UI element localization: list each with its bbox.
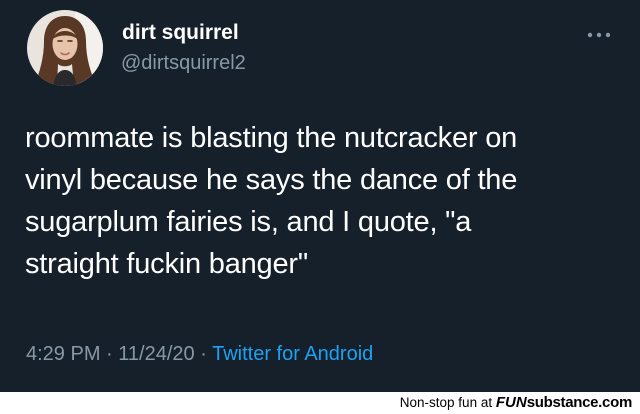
tweet-card: dirt squirrel @dirtsquirrel2 roommate is… <box>0 0 640 392</box>
tweet-text-line: vinyl because he says the dance of the <box>25 164 518 196</box>
footer-brand[interactable]: FUNsubstance.com <box>496 394 632 411</box>
tweet-text-line: sugarplum fairies is, and I quote, "a <box>25 206 472 238</box>
footer-brand-rest: substance.com <box>526 394 633 411</box>
tweet-date[interactable]: 11/24/20 <box>118 343 194 365</box>
meta-separator: · <box>200 343 207 365</box>
avatar-image <box>27 10 103 86</box>
site-footer: Non-stop fun at FUNsubstance.com <box>0 392 640 414</box>
avatar[interactable] <box>27 10 103 86</box>
tweet-text-line: roommate is blasting the nutcracker on <box>25 122 518 154</box>
footer-tagline: Non-stop fun at <box>399 395 493 410</box>
footer-watermark: Non-stop fun at FUNsubstance.com <box>399 394 633 412</box>
tweet-source-link[interactable]: Twitter for Android <box>212 343 373 365</box>
user-handle[interactable]: @dirtsquirrel2 <box>121 50 246 76</box>
footer-brand-fun: FUN <box>495 394 527 411</box>
display-name[interactable]: dirt squirrel <box>122 20 239 46</box>
tweet-time[interactable]: 4:29 PM <box>26 343 100 365</box>
meta-separator: · <box>106 343 113 365</box>
tweet-text: roommate is blasting the nutcracker on v… <box>25 117 625 285</box>
tweet-meta: 4:29 PM · 11/24/20 · Twitter for Android <box>26 341 373 367</box>
tweet-text-line: straight fuckin banger" <box>25 248 308 280</box>
more-dots-icon[interactable] <box>586 26 612 38</box>
